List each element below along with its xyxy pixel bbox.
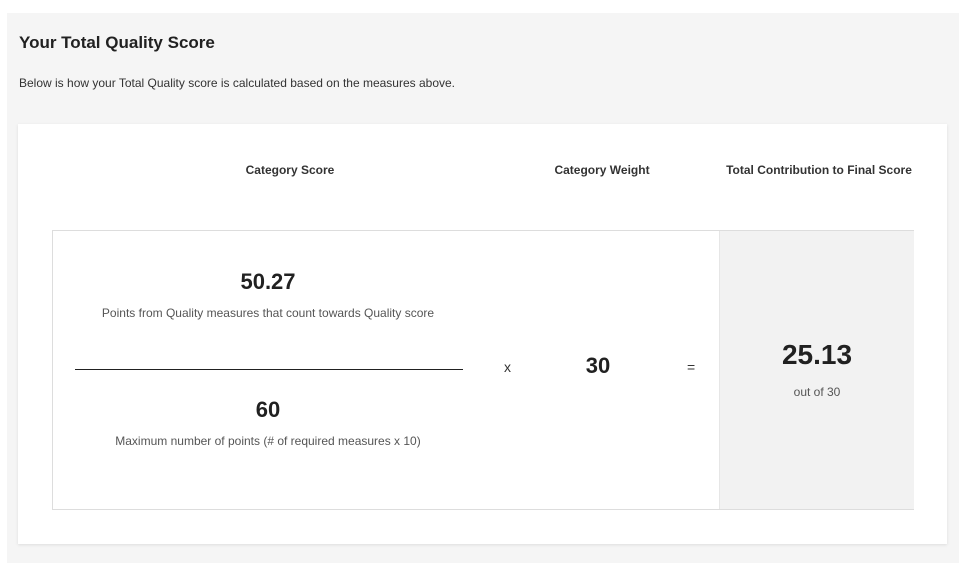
category-score-header: Category Score: [245, 163, 335, 177]
section-title: Your Total Quality Score: [19, 33, 215, 52]
score-calculation-card: Category Score Category Weight Total Con…: [18, 124, 947, 544]
equals-symbol: =: [687, 359, 696, 375]
calculation-box: 50.27 Points from Quality measures that …: [52, 230, 914, 510]
total-contribution-panel: 25.13 out of 30: [719, 231, 914, 509]
total-contribution-label: out of 30: [793, 385, 841, 399]
denominator-value: 60: [255, 397, 281, 422]
numerator-value: 50.27: [240, 269, 296, 294]
category-weight-value: 30: [585, 353, 611, 378]
section-description: Below is how your Total Quality score is…: [19, 76, 456, 90]
numerator-label: Points from Quality measures that count …: [101, 306, 435, 320]
total-contribution-value: 25.13: [781, 339, 853, 370]
total-contribution-header: Total Contribution to Final Score: [726, 163, 912, 177]
total-quality-score-section: Your Total Quality Score Below is how yo…: [7, 13, 959, 563]
category-weight-header: Category Weight: [554, 163, 650, 177]
multiply-symbol: x: [504, 359, 511, 375]
fraction-line: [75, 369, 463, 370]
denominator-label: Maximum number of points (# of required …: [115, 434, 421, 448]
